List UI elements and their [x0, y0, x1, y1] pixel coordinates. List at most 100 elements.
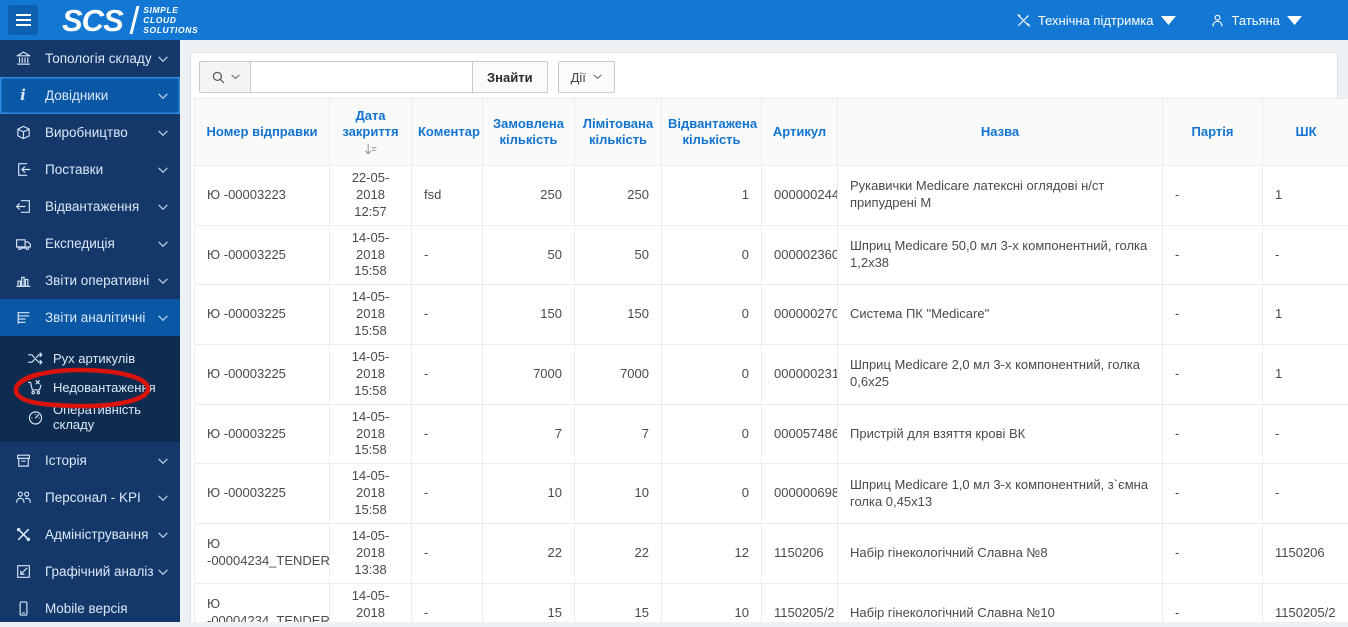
- cell-comment: fsd: [412, 166, 483, 226]
- graph-icon: [13, 563, 33, 580]
- wrench-screwdriver-icon: [1016, 13, 1031, 28]
- column-header-ordered[interactable]: Замовлена кількість: [483, 99, 575, 166]
- cell-date: 14-05-201815:58: [330, 345, 412, 405]
- shipment-icon: [13, 198, 33, 215]
- cell-ordered: 10: [483, 464, 575, 524]
- cell-shipped: 10: [662, 583, 762, 622]
- column-header-batch[interactable]: Партія: [1163, 99, 1263, 166]
- column-header-name[interactable]: Назва: [838, 99, 1163, 166]
- chevron-down-icon: [158, 273, 168, 288]
- sidebar-item-label: Звіти аналітичні: [45, 310, 158, 325]
- sidebar-item-administration[interactable]: Адміністрування: [0, 516, 180, 553]
- actions-label: Дії: [571, 70, 586, 85]
- actions-dropdown[interactable]: Дії: [558, 61, 615, 93]
- cell-name: Набір гінекологічний Славна №10: [838, 583, 1163, 622]
- cell-limited: 22: [575, 524, 662, 584]
- table-row[interactable]: Ю -0000322514-05-201815:58-5050000000236…: [195, 225, 1348, 285]
- sidebar-item-expedition[interactable]: Експедиція: [0, 225, 180, 262]
- table-row[interactable]: Ю -0000322514-05-201815:58-770000057486П…: [195, 404, 1348, 464]
- column-header-limited[interactable]: Лімітована кількість: [575, 99, 662, 166]
- sidebar-item-production[interactable]: Виробництво: [0, 114, 180, 151]
- user-icon: [1210, 13, 1225, 28]
- search-input[interactable]: [251, 61, 473, 93]
- table-row[interactable]: Ю -00004234_TENDER14-05-201813:38-222212…: [195, 524, 1348, 584]
- column-header-label: ШК: [1296, 124, 1317, 139]
- cell-limited: 7000: [575, 345, 662, 405]
- sidebar-item-shipments[interactable]: Відвантаження: [0, 188, 180, 225]
- cell-time-value: 15:58: [342, 263, 399, 280]
- sidebar-item-supplies[interactable]: Поставки: [0, 151, 180, 188]
- sidebar-item-staff-kpi[interactable]: Персонал - KPI: [0, 479, 180, 516]
- sidebar-item-label: Поставки: [45, 162, 158, 177]
- cell-time-value: 15:58: [342, 502, 399, 519]
- table-row[interactable]: Ю -0000322322-05-201812:57fsd25025010000…: [195, 166, 1348, 226]
- cell-ordered: 250: [483, 166, 575, 226]
- cell-date-value: 14-05-2018: [342, 528, 399, 562]
- table-row[interactable]: Ю -0000322514-05-201815:58-1501500000000…: [195, 285, 1348, 345]
- cell-shipped: 0: [662, 225, 762, 285]
- warehouse-icon: [13, 50, 33, 67]
- cell-shipped: 12: [662, 524, 762, 584]
- sidebar-item-history[interactable]: Історія: [0, 442, 180, 479]
- cell-barcode: 1150205/2: [1263, 583, 1348, 622]
- column-header-label: Замовлена кількість: [493, 116, 564, 147]
- tech-support-menu[interactable]: Технічна підтримка: [1016, 13, 1176, 28]
- chevron-down-icon: [158, 199, 168, 214]
- user-menu[interactable]: Татьяна: [1210, 13, 1302, 28]
- chevron-down-icon: [158, 51, 168, 66]
- cell-limited: 15: [575, 583, 662, 622]
- bar-chart-icon: [13, 272, 33, 289]
- column-header-number[interactable]: Номер відправки: [195, 99, 330, 166]
- cart-x-icon: [24, 379, 46, 396]
- cell-name: Рукавички Medicare латексні оглядові н/с…: [838, 166, 1163, 226]
- sidebar-item-label: Відвантаження: [45, 199, 158, 214]
- cell-shipped: 0: [662, 404, 762, 464]
- sidebar-item-mobile-version[interactable]: Mobile версія: [0, 590, 180, 627]
- cell-sku: 1150205/2: [762, 583, 838, 622]
- column-header-sku[interactable]: Артикул: [762, 99, 838, 166]
- cell-barcode: 1: [1263, 285, 1348, 345]
- sidebar-item-analytical-reports[interactable]: Звіти аналітичні: [0, 299, 180, 336]
- table-row[interactable]: Ю -0000322514-05-201815:58-7000700000000…: [195, 345, 1348, 405]
- search-scope-dropdown[interactable]: [199, 61, 251, 93]
- sidebar-item-operational-reports[interactable]: Звіти оперативні: [0, 262, 180, 299]
- sidebar-item-directories[interactable]: iДовідники: [0, 77, 180, 114]
- sidebar-subitem-warehouse-efficiency[interactable]: Оперативність складу: [0, 402, 180, 432]
- truck-icon: [13, 235, 33, 252]
- sidebar-item-label: Експедиція: [45, 236, 158, 251]
- sidebar-subitem-underloading[interactable]: Недовантаження: [0, 373, 180, 402]
- table-row[interactable]: Ю -00004234_TENDER14-05-201813:38-151510…: [195, 583, 1348, 622]
- cell-comment: -: [412, 345, 483, 405]
- tools-icon: [13, 526, 33, 543]
- column-header-shipped[interactable]: Відвантажена кількість: [662, 99, 762, 166]
- cell-date: 14-05-201813:38: [330, 583, 412, 622]
- cell-number: Ю -00003223: [195, 166, 330, 226]
- cell-time-value: 15:58: [342, 323, 399, 340]
- sidebar-item-label: Історія: [45, 453, 158, 468]
- sidebar-item-warehouse-topology[interactable]: Топологія складу: [0, 40, 180, 77]
- cell-time-value: 15:58: [342, 442, 399, 459]
- column-header-date[interactable]: Дата закриття: [330, 99, 412, 166]
- cell-name: Система ПК "Medicare": [838, 285, 1163, 345]
- logo-subtitle: SIMPLE CLOUD SOLUTIONS: [143, 5, 198, 36]
- cell-comment: -: [412, 524, 483, 584]
- cell-ordered: 22: [483, 524, 575, 584]
- column-header-comment[interactable]: Коментар: [412, 99, 483, 166]
- chevron-down-icon: [158, 162, 168, 177]
- sidebar-subitem-article-movement[interactable]: Рух артикулів: [0, 344, 180, 373]
- chevron-down-icon: [158, 527, 168, 542]
- cell-batch: -: [1163, 225, 1263, 285]
- sidebar-item-label: Графічний аналіз: [45, 564, 158, 579]
- sidebar-item-label: Виробництво: [45, 125, 158, 140]
- find-button[interactable]: Знайти: [473, 61, 548, 93]
- column-header-barcode[interactable]: ШК: [1263, 99, 1348, 166]
- shuffle-icon: [24, 350, 46, 367]
- sidebar-item-graphic-analysis[interactable]: Графічний аналіз: [0, 553, 180, 590]
- column-header-label: Відвантажена кількість: [668, 116, 757, 147]
- table-row[interactable]: Ю -0000322514-05-201815:58-1010000000069…: [195, 464, 1348, 524]
- hamburger-menu-button[interactable]: [8, 5, 38, 35]
- chevron-down-icon: [158, 236, 168, 251]
- cell-date: 14-05-201813:38: [330, 524, 412, 584]
- cell-date: 14-05-201815:58: [330, 464, 412, 524]
- cell-comment: -: [412, 583, 483, 622]
